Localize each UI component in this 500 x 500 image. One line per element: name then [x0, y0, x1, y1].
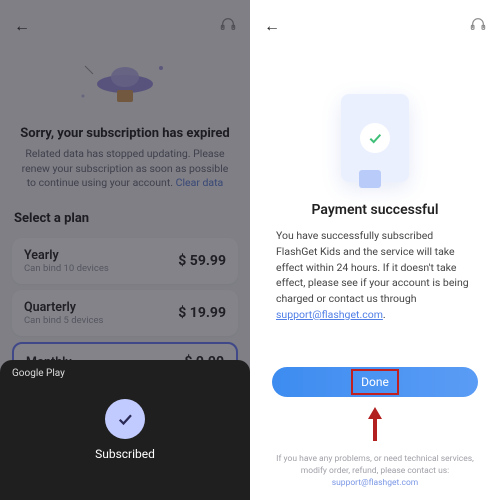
- footer-support-link[interactable]: support@flashget.com: [332, 478, 419, 488]
- plan-quarterly[interactable]: Quarterly Can bind 5 devices $ 19.99: [12, 290, 238, 336]
- payment-success-body: You have successfully subscribed FlashGe…: [250, 228, 500, 323]
- header: ←: [0, 0, 250, 44]
- arrow-up-icon: [250, 407, 500, 441]
- clear-data-link[interactable]: Clear data: [176, 176, 224, 189]
- illustration: [0, 44, 250, 120]
- header: ←: [250, 0, 500, 44]
- done-button[interactable]: Done: [272, 367, 478, 397]
- payment-success-screen: ← Payment successful You have successful…: [250, 0, 500, 500]
- done-label: Done: [361, 375, 389, 389]
- plan-price: $ 19.99: [178, 305, 226, 321]
- payment-success-title: Payment successful: [250, 202, 500, 218]
- back-arrow-icon[interactable]: ←: [14, 16, 30, 36]
- expired-title: Sorry, your subscription has expired: [18, 126, 232, 141]
- google-play-sheet: Google Play Subscribed: [0, 360, 250, 500]
- google-play-label: Google Play: [12, 368, 65, 379]
- subscription-screen: ← Sorry, your subscription has expired R…: [0, 0, 250, 500]
- back-arrow-icon[interactable]: ←: [264, 16, 280, 36]
- plan-price: $ 59.99: [178, 253, 226, 269]
- plan-yearly[interactable]: Yearly Can bind 10 devices $ 59.99: [12, 238, 238, 284]
- select-plan-heading: Select a plan: [0, 201, 250, 232]
- support-email-link[interactable]: support@flashget.com: [276, 308, 383, 321]
- expired-body: Related data has stopped updating. Pleas…: [18, 147, 232, 191]
- success-illustration: [250, 44, 500, 196]
- checkmark-icon: [360, 123, 390, 153]
- plan-sub: Can bind 5 devices: [24, 315, 103, 326]
- footer-note: If you have any problems, or need techni…: [250, 454, 500, 490]
- plan-name: Yearly: [24, 248, 109, 263]
- subscribed-label: Subscribed: [95, 447, 155, 461]
- support-icon[interactable]: [470, 16, 486, 36]
- expired-message: Sorry, your subscription has expired Rel…: [0, 120, 250, 201]
- check-circle-icon: [105, 399, 145, 439]
- plan-name: Quarterly: [24, 300, 103, 315]
- plan-sub: Can bind 10 devices: [24, 263, 109, 274]
- support-icon[interactable]: [220, 16, 236, 36]
